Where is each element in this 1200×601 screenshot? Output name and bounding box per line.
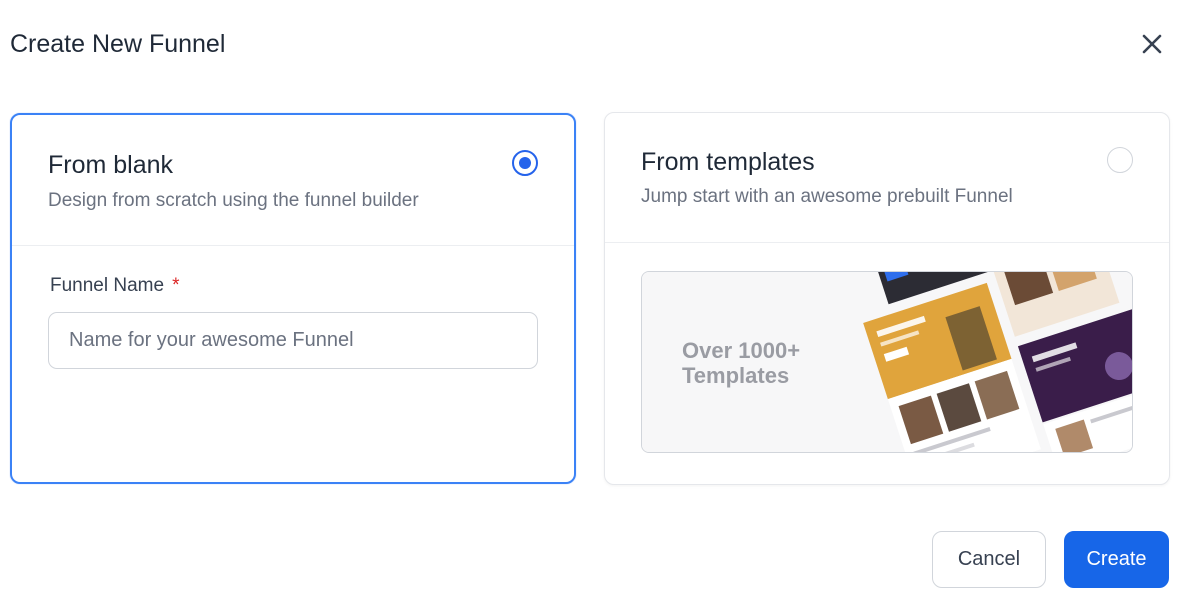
close-icon[interactable] [1138, 30, 1166, 58]
templates-preview-line1: Over 1000+ [682, 338, 801, 363]
funnel-name-label-text: Funnel Name [50, 275, 165, 296]
templates-preview-line2: Templates [682, 363, 790, 388]
required-indicator: * [172, 275, 180, 296]
create-button[interactable]: Create [1064, 531, 1169, 588]
from-blank-subtitle: Design from scratch using the funnel bui… [48, 190, 419, 211]
from-blank-card[interactable]: From blank Design from scratch using the… [10, 113, 576, 484]
from-templates-title: From templates [641, 148, 815, 176]
templates-preview[interactable]: Over 1000+ Templates [641, 271, 1133, 453]
from-templates-card[interactable]: From templates Jump start with an awesom… [604, 112, 1170, 485]
from-blank-title: From blank [48, 151, 174, 179]
from-templates-subtitle: Jump start with an awesome prebuilt Funn… [641, 186, 1013, 207]
from-templates-radio[interactable] [1107, 147, 1133, 173]
cancel-button[interactable]: Cancel [932, 531, 1046, 588]
from-blank-radio[interactable] [512, 150, 538, 176]
templates-preview-text: Over 1000+ Templates [682, 338, 800, 388]
from-templates-header: From templates Jump start with an awesom… [605, 113, 1169, 243]
from-blank-header: From blank Design from scratch using the… [12, 115, 574, 246]
funnel-name-label: Funnel Name * [50, 275, 179, 297]
funnel-name-input[interactable] [48, 312, 538, 369]
dialog-title: Create New Funnel [10, 30, 226, 58]
